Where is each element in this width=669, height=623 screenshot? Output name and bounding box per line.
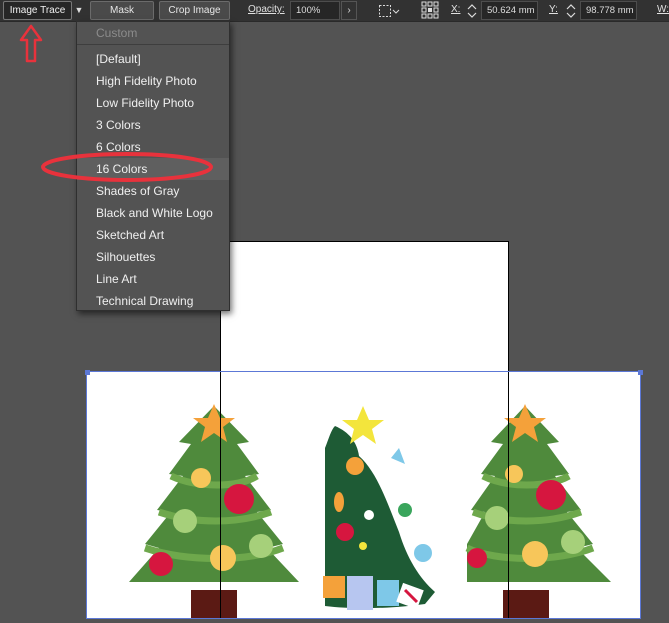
menu-item-shades-of-gray[interactable]: Shades of Gray (77, 180, 229, 202)
x-label: X: (451, 4, 461, 15)
artboard-edge-right (508, 372, 509, 618)
menu-item-6-colors[interactable]: 6 Colors (77, 136, 229, 158)
y-position-field[interactable]: 98.778 mm (580, 1, 637, 20)
christmas-tree-right (465, 404, 611, 620)
menu-item-3-colors[interactable]: 3 Colors (77, 114, 229, 136)
w-label: W: (657, 4, 669, 15)
chevron-right-icon[interactable]: › (341, 1, 357, 20)
stepper-icon[interactable] (565, 2, 577, 20)
tracing-preset-menu: Custom [Default] High Fidelity Photo Low… (76, 21, 230, 311)
menu-item-black-and-white-logo[interactable]: Black and White Logo (77, 202, 229, 224)
placed-image[interactable] (86, 371, 641, 620)
christmas-tree-middle (323, 406, 435, 610)
opacity-field[interactable]: 100% (290, 1, 340, 20)
menu-item-line-art[interactable]: Line Art (77, 268, 229, 290)
chevron-down-icon[interactable]: ▼ (73, 2, 85, 19)
menu-item-default[interactable]: [Default] (77, 48, 229, 70)
selection-handle[interactable] (85, 370, 90, 375)
stepper-icon[interactable] (466, 2, 478, 20)
menu-item-high-fidelity-photo[interactable]: High Fidelity Photo (77, 70, 229, 92)
arrow-up-annotation-icon (19, 24, 43, 63)
menu-separator (77, 44, 229, 45)
crop-image-button[interactable]: Crop Image (159, 1, 230, 20)
image-trace-button[interactable]: Image Trace (3, 1, 72, 20)
y-label: Y: (549, 4, 558, 15)
menu-item-technical-drawing[interactable]: Technical Drawing (77, 290, 229, 312)
menu-item-custom: Custom (96, 26, 138, 40)
mask-button[interactable]: Mask (90, 1, 154, 20)
menu-item-16-colors[interactable]: 16 Colors (77, 158, 229, 180)
menu-item-low-fidelity-photo[interactable]: Low Fidelity Photo (77, 92, 229, 114)
x-position-field[interactable]: 50.624 mm (481, 1, 538, 20)
christmas-trees-image (129, 404, 611, 620)
selection-handle[interactable] (638, 370, 643, 375)
christmas-tree-left (129, 404, 299, 620)
control-bar: Image Trace ▼ Mask Crop Image Opacity: 1… (0, 0, 669, 22)
opacity-label: Opacity: (248, 4, 285, 15)
reference-point-icon[interactable] (421, 1, 439, 19)
artboard-edge-left (220, 372, 221, 618)
transform-icon[interactable] (378, 4, 400, 18)
menu-item-sketched-art[interactable]: Sketched Art (77, 224, 229, 246)
menu-item-silhouettes[interactable]: Silhouettes (77, 246, 229, 268)
